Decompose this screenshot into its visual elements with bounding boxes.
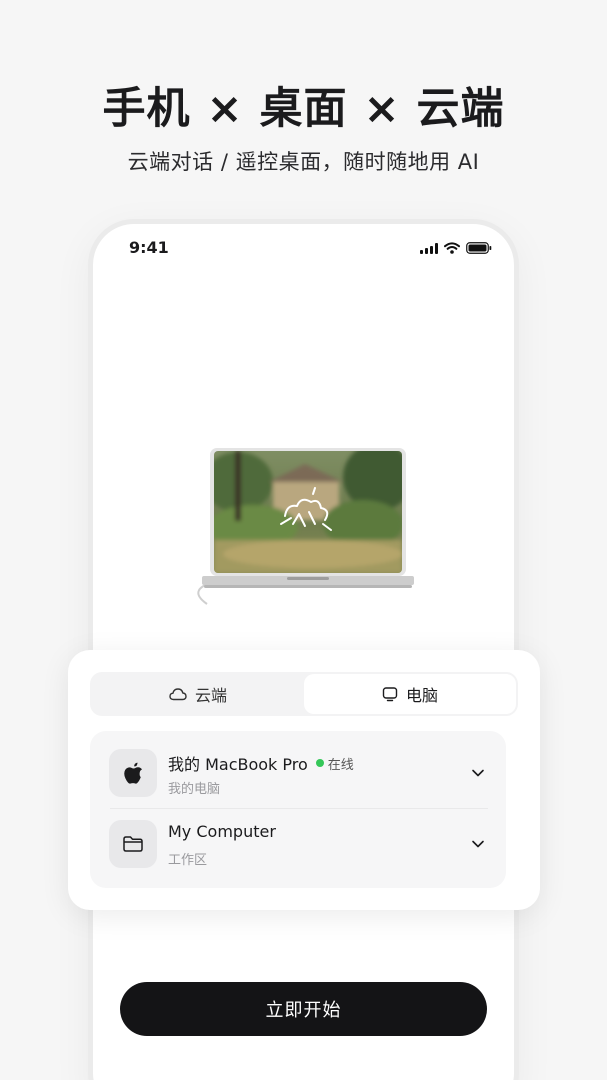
start-button[interactable]: 立即开始 <box>120 982 487 1036</box>
device-name: My Computer <box>168 822 276 841</box>
monitor-icon <box>382 687 398 702</box>
signal-icon <box>420 242 438 254</box>
tab-cloud[interactable]: 云端 <box>92 674 304 714</box>
device-subtitle: 我的电脑 <box>168 782 221 797</box>
device-item-my-computer[interactable]: My Computer 工作区 <box>90 810 506 880</box>
wifi-icon <box>444 242 460 254</box>
tab-cloud-label: 云端 <box>194 686 227 705</box>
device-subtitle: 工作区 <box>168 853 208 868</box>
device-avatar <box>109 749 157 797</box>
cloud-icon <box>169 688 187 701</box>
device-title: My Computer <box>168 822 276 841</box>
divider <box>110 808 488 809</box>
chevron-down-icon[interactable] <box>470 765 486 781</box>
device-title: 我的 MacBook Pro 在线 <box>168 751 354 775</box>
online-status: 在线 <box>327 757 354 773</box>
hero-title: 手机 × 桌面 × 云端 <box>102 84 505 134</box>
online-indicator <box>315 759 324 767</box>
battery-icon <box>466 242 492 254</box>
onboarding-screen: 手机 × 桌面 × 云端 云端对话 / 遥控桌面，随时随地用 AI 9:41 云… <box>0 0 607 1080</box>
tab-computer[interactable]: 电脑 <box>304 674 516 714</box>
laptop-illustration <box>197 448 414 605</box>
device-item-macbook[interactable]: 我的 MacBook Pro 在线 我的电脑 <box>90 739 506 809</box>
chevron-down-icon[interactable] <box>470 836 486 852</box>
tab-computer-label: 电脑 <box>405 686 438 705</box>
device-name: 我的 MacBook Pro <box>168 755 308 774</box>
apple-icon <box>124 762 142 784</box>
device-selector-panel: 云端 电脑 我的 MacBook Pro 在线 我的电脑 My Computer… <box>68 650 540 910</box>
hero-subtitle: 云端对话 / 遥控桌面，随时随地用 AI <box>127 150 480 174</box>
folder-icon <box>123 836 143 852</box>
device-avatar <box>109 820 157 868</box>
device-list: 我的 MacBook Pro 在线 我的电脑 My Computer 工作区 <box>90 731 506 888</box>
status-icons <box>420 242 492 254</box>
status-time: 9:41 <box>129 238 169 257</box>
segmented-control: 云端 电脑 <box>90 672 518 716</box>
